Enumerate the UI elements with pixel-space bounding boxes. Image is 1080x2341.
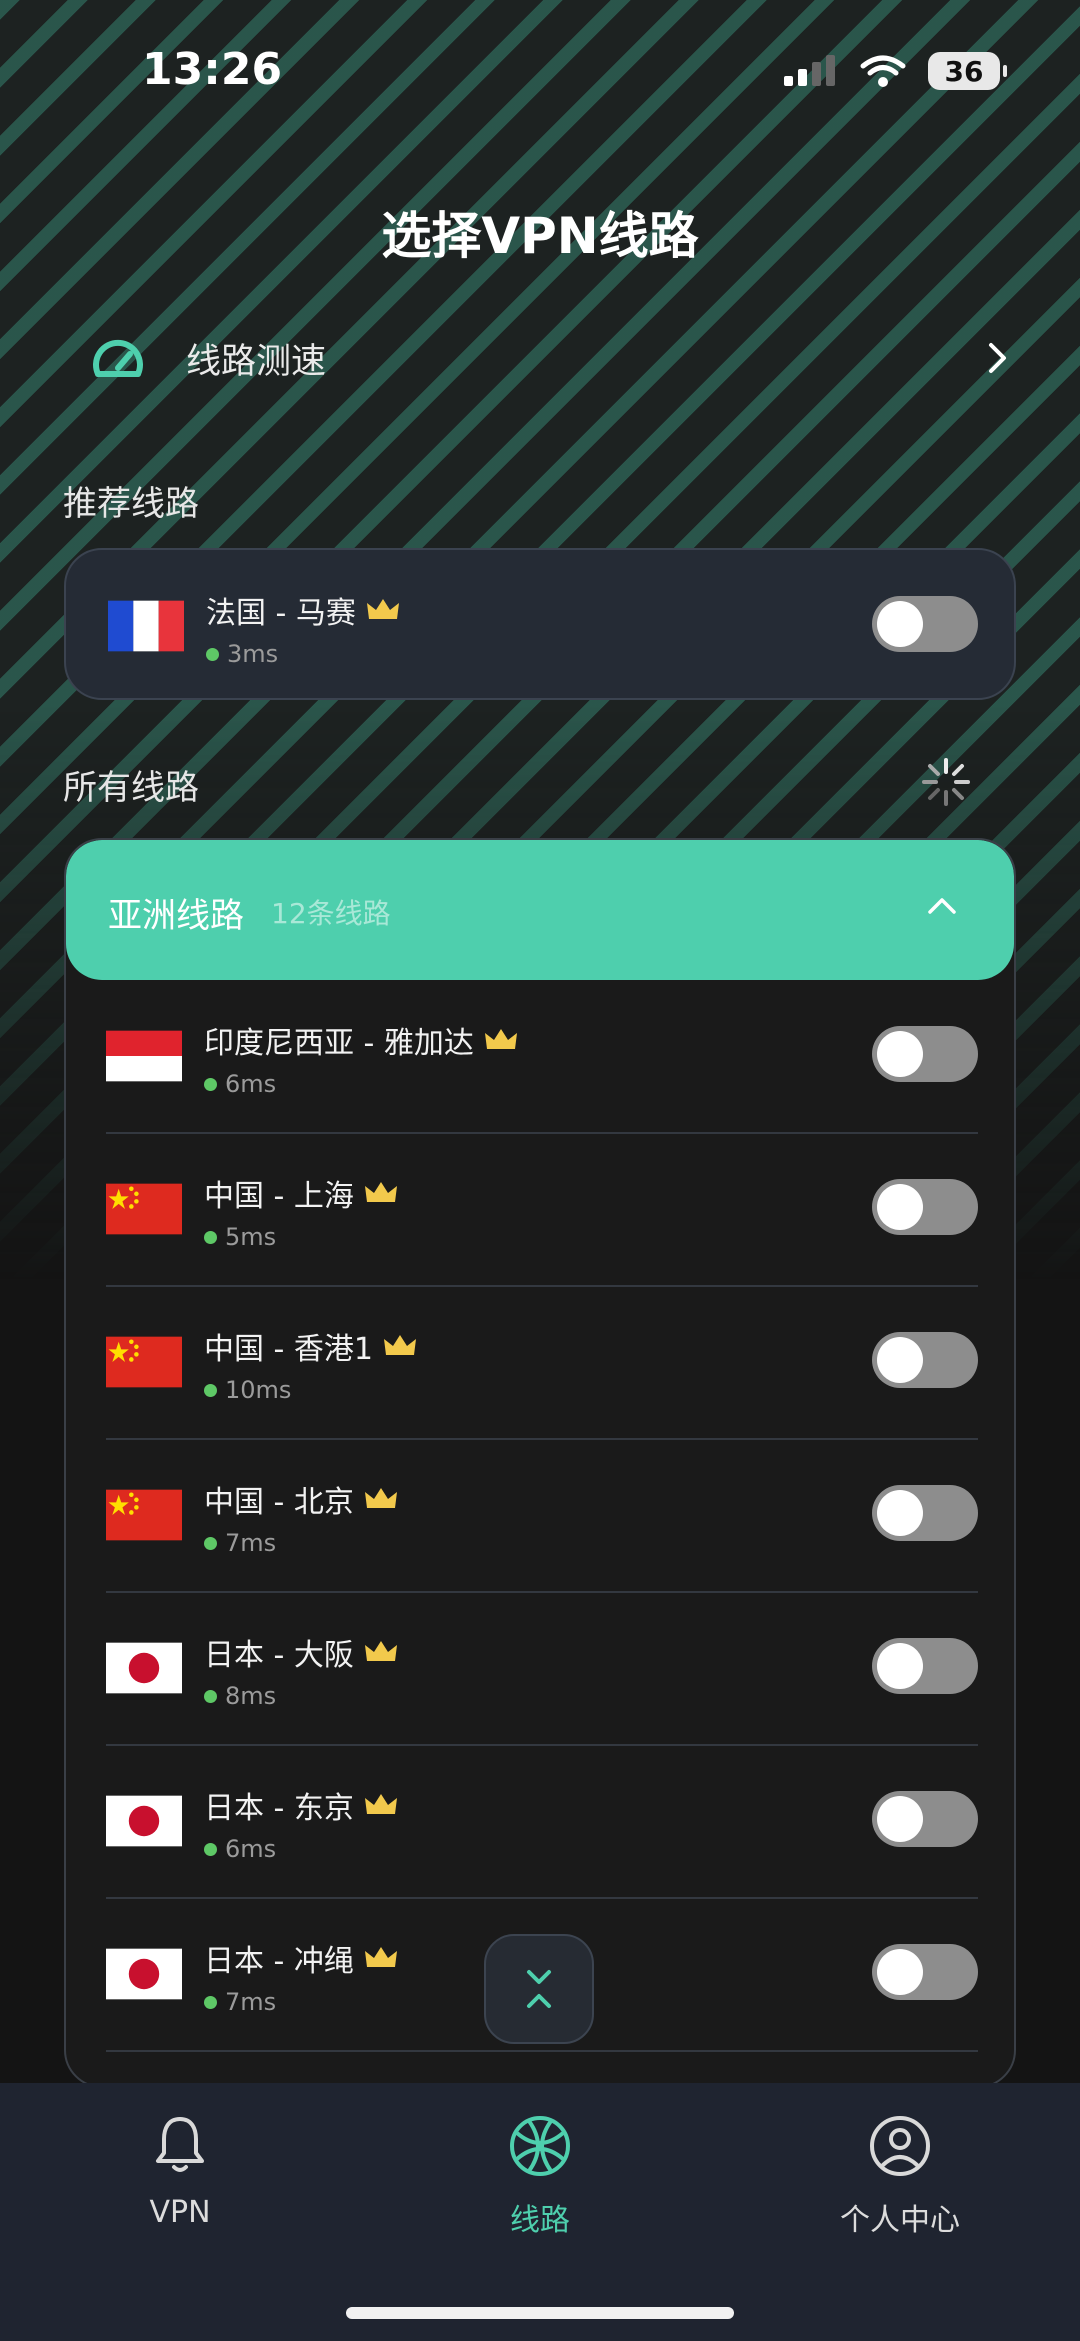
recommended-section-label: 推荐线路 — [63, 484, 199, 524]
line-name: 中国 - 香港1 — [204, 1324, 417, 1368]
china-flag-icon — [106, 1183, 182, 1235]
status-dot — [204, 1689, 217, 1703]
crown-icon — [364, 1794, 397, 1814]
line-name: 日本 - 冲绳 — [204, 1936, 398, 1980]
status-dot — [204, 1536, 217, 1550]
region-line-count: 12条线路 — [271, 897, 391, 930]
line-row[interactable]: 中国 - 北京 7ms — [106, 1439, 978, 1593]
japan-flag-icon — [106, 1795, 182, 1847]
tab-profile[interactable]: 个人中心 — [810, 2113, 990, 2239]
china-flag-icon — [106, 1336, 182, 1388]
crown-icon — [484, 1029, 517, 1049]
cellular-signal-icon — [784, 55, 835, 86]
latency: 5ms — [204, 1223, 276, 1251]
line-name: 法国 - 马赛 — [206, 588, 400, 632]
status-dot — [204, 1230, 217, 1244]
status-dot — [204, 1995, 217, 2009]
double-chevron-icon — [527, 1970, 551, 2008]
line-row[interactable]: 印度尼西亚 - 雅加达 6ms — [106, 980, 978, 1134]
tab-label: 个人中心 — [840, 2203, 960, 2238]
line-toggle[interactable] — [872, 1485, 978, 1541]
japan-flag-icon — [106, 1948, 182, 2000]
status-time: 13:26 — [142, 44, 283, 95]
crown-icon — [364, 1488, 397, 1508]
wifi-icon — [860, 55, 906, 87]
latency: 8ms — [204, 1682, 276, 1710]
crown-icon — [383, 1335, 416, 1355]
status-dot — [206, 647, 219, 661]
region-header[interactable]: 亚洲线路 12条线路 — [66, 840, 1014, 980]
line-name: 日本 - 大阪 — [204, 1630, 398, 1674]
line-toggle[interactable] — [872, 1179, 978, 1235]
indonesia-flag-icon — [106, 1030, 182, 1082]
tab-label: VPN — [149, 2195, 211, 2230]
status-dot — [204, 1383, 217, 1397]
speedometer-icon — [93, 339, 143, 377]
status-dot — [204, 1077, 217, 1091]
region-title: 亚洲线路 — [108, 896, 244, 936]
status-dot — [204, 1842, 217, 1856]
latency: 3ms — [206, 640, 278, 668]
line-row[interactable]: 中国 - 香港1 10ms — [106, 1286, 978, 1440]
crown-icon — [364, 1182, 397, 1202]
loading-spinner-icon — [922, 758, 970, 806]
line-name: 印度尼西亚 - 雅加达 — [204, 1018, 518, 1062]
line-toggle[interactable] — [872, 1791, 978, 1847]
latency: 10ms — [204, 1376, 291, 1404]
globe-icon — [510, 2116, 570, 2176]
bottom-nav: VPN 线路 个人中心 — [0, 2083, 1080, 2341]
japan-flag-icon — [106, 1642, 182, 1694]
collapse-all-button[interactable] — [484, 1934, 594, 2044]
latency: 6ms — [204, 1835, 276, 1863]
status-icons: 36 — [782, 52, 1007, 90]
profile-icon — [870, 2116, 930, 2176]
home-indicator — [346, 2307, 734, 2319]
line-toggle[interactable] — [872, 1026, 978, 1082]
line-name: 中国 - 北京 — [204, 1477, 398, 1521]
line-name: 日本 - 东京 — [204, 1783, 398, 1827]
line-row[interactable]: 日本 - 东京 6ms — [106, 1745, 978, 1899]
line-toggle[interactable] — [872, 1638, 978, 1694]
crown-icon — [364, 1641, 397, 1661]
battery-indicator: 36 — [928, 52, 1007, 90]
france-flag-icon — [108, 600, 184, 652]
bell-icon — [156, 2117, 204, 2172]
speed-test-row[interactable]: 线路测速 — [90, 322, 1010, 394]
tab-vpn[interactable]: VPN — [90, 2113, 270, 2230]
line-toggle[interactable] — [872, 596, 978, 652]
crown-icon — [366, 599, 399, 619]
all-lines-section-label: 所有线路 — [63, 768, 199, 808]
line-row[interactable]: 中国 - 上海 5ms — [106, 1133, 978, 1287]
tab-lines[interactable]: 线路 — [450, 2113, 630, 2239]
latency: 7ms — [204, 1988, 276, 2016]
chevron-up-icon[interactable] — [924, 886, 960, 926]
asia-region-group: 亚洲线路 12条线路 印度尼西亚 - 雅加达 6ms 中国 - 上海 5ms 中… — [64, 838, 1016, 2088]
latency: 7ms — [204, 1529, 276, 1557]
line-row[interactable]: 日本 - 大阪 8ms — [106, 1592, 978, 1746]
chevron-right-icon — [989, 343, 1006, 373]
recommended-line-card[interactable]: 法国 - 马赛 3ms — [64, 548, 1016, 700]
tab-label: 线路 — [510, 2203, 570, 2238]
line-name: 中国 - 上海 — [204, 1171, 398, 1215]
line-toggle[interactable] — [872, 1332, 978, 1388]
speed-test-label: 线路测速 — [186, 341, 327, 382]
crown-icon — [364, 1947, 397, 1967]
line-toggle[interactable] — [872, 1944, 978, 2000]
latency: 6ms — [204, 1070, 276, 1098]
china-flag-icon — [106, 1489, 182, 1541]
page-title: 选择VPN线路 — [381, 207, 699, 265]
